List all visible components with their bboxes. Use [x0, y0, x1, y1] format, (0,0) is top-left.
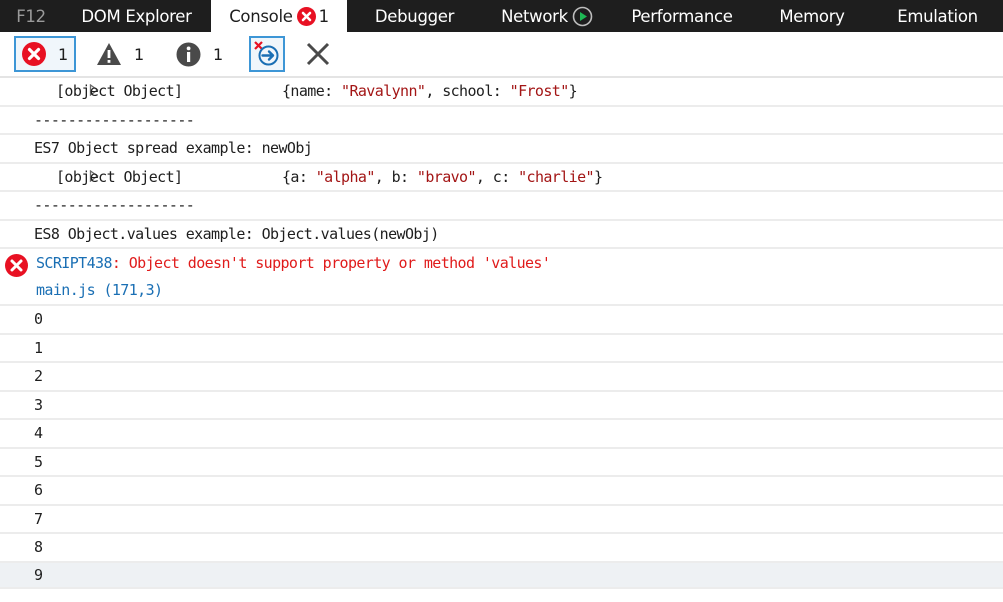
- warning-icon: [96, 42, 122, 66]
- clear-console-button[interactable]: [300, 36, 336, 72]
- tab-dom-explorer[interactable]: DOM Explorer: [62, 0, 211, 32]
- info-count: 1: [213, 44, 224, 64]
- log-row-number: 8: [0, 532, 1003, 561]
- devtools-tab-bar: F12 DOM Explorer Console 1 Debugger Netw…: [0, 0, 1003, 32]
- log-text: 3: [34, 395, 43, 414]
- log-row-number: 1: [0, 332, 1003, 362]
- preview-token: }: [568, 82, 578, 101]
- log-text: 5: [34, 452, 43, 471]
- log-text: -------------------: [34, 196, 195, 215]
- log-row-error: SCRIPT438: Object doesn't support proper…: [0, 247, 1003, 304]
- object-preview: {name: "Ravalynn", school: "Frost"}: [282, 82, 578, 101]
- tab-f12[interactable]: F12: [0, 0, 62, 32]
- tab-memory[interactable]: Memory: [752, 0, 872, 32]
- preview-token: , b:: [374, 167, 417, 186]
- log-row-number: 0: [0, 304, 1003, 333]
- string-value: "Frost": [509, 82, 570, 101]
- log-row-separator: -------------------: [0, 104, 1003, 134]
- object-preview: {a: "alpha", b: "bravo", c: "charlie"}: [282, 167, 603, 186]
- error-icon: [296, 6, 316, 26]
- log-row-object: [object Object] {name: "Ravalynn", schoo…: [0, 76, 1003, 105]
- log-row-number-selected: 9: [0, 560, 1003, 589]
- log-text: 6: [34, 481, 43, 500]
- console-error-badge: 1: [296, 6, 330, 26]
- string-value: "charlie": [518, 167, 594, 186]
- error-message-line: SCRIPT438: Object doesn't support proper…: [36, 249, 551, 277]
- log-row-number: 2: [0, 361, 1003, 390]
- log-row-number: 3: [0, 389, 1003, 419]
- close-icon: [305, 41, 331, 67]
- log-row-number: 4: [0, 418, 1003, 447]
- tab-console[interactable]: Console 1: [211, 0, 347, 32]
- preview-token: {name:: [282, 82, 342, 101]
- log-text: 0: [34, 310, 43, 329]
- log-text: ES7 Object spread example: newObj: [34, 139, 313, 158]
- log-text: ES8 Object.values example: Object.values…: [34, 224, 439, 243]
- tab-network[interactable]: Network: [482, 0, 612, 32]
- log-text: -------------------: [34, 110, 195, 129]
- preview-token: {a:: [282, 167, 316, 186]
- console-error-count: 1: [318, 6, 330, 26]
- tab-emulation[interactable]: Emulation: [872, 0, 1003, 32]
- log-row-number: 5: [0, 446, 1003, 476]
- console-output: [object Object] {name: "Ravalynn", schoo…: [0, 76, 1003, 589]
- preview-token: }: [593, 167, 603, 186]
- console-toolbar: 1 1 1: [0, 32, 1003, 76]
- log-row-message: ES7 Object spread example: newObj: [0, 133, 1003, 162]
- error-icon: [5, 254, 28, 277]
- string-value: "Ravalynn": [341, 82, 426, 101]
- log-text: 1: [34, 338, 43, 357]
- error-message: : Object doesn't support property or met…: [111, 253, 551, 272]
- tab-console-label: Console: [229, 6, 293, 26]
- log-row-number: 7: [0, 503, 1003, 533]
- warnings-count: 1: [134, 44, 145, 64]
- warnings-filter-button[interactable]: 1: [90, 36, 150, 72]
- tab-debugger[interactable]: Debugger: [347, 0, 482, 32]
- clear-on-navigate-toggle[interactable]: [249, 36, 285, 72]
- preview-token: , c:: [475, 167, 519, 186]
- info-filter-button[interactable]: 1: [170, 36, 230, 72]
- log-row-message: ES8 Object.values example: Object.values…: [0, 218, 1003, 248]
- preview-token: , school:: [425, 82, 510, 101]
- info-icon: [176, 42, 201, 67]
- object-label[interactable]: [object Object]: [56, 82, 282, 100]
- log-text: 8: [34, 538, 43, 557]
- object-label[interactable]: [object Object]: [56, 168, 282, 186]
- error-code: SCRIPT438: [36, 253, 112, 272]
- log-row-object: [object Object] {a: "alpha", b: "bravo",…: [0, 161, 1003, 191]
- string-value: "bravo": [416, 167, 477, 186]
- string-value: "alpha": [315, 167, 376, 186]
- log-text: 4: [34, 424, 43, 443]
- error-icon: [22, 42, 46, 66]
- clear-on-navigate-icon: [253, 40, 281, 68]
- log-text: 9: [34, 565, 43, 584]
- log-row-number: 6: [0, 475, 1003, 504]
- log-row-separator: -------------------: [0, 190, 1003, 219]
- tab-network-label: Network: [501, 6, 568, 26]
- log-text: 7: [34, 509, 43, 528]
- log-text: 2: [34, 367, 43, 386]
- tab-performance[interactable]: Performance: [612, 0, 752, 32]
- play-icon: [572, 6, 593, 27]
- errors-count: 1: [58, 44, 69, 64]
